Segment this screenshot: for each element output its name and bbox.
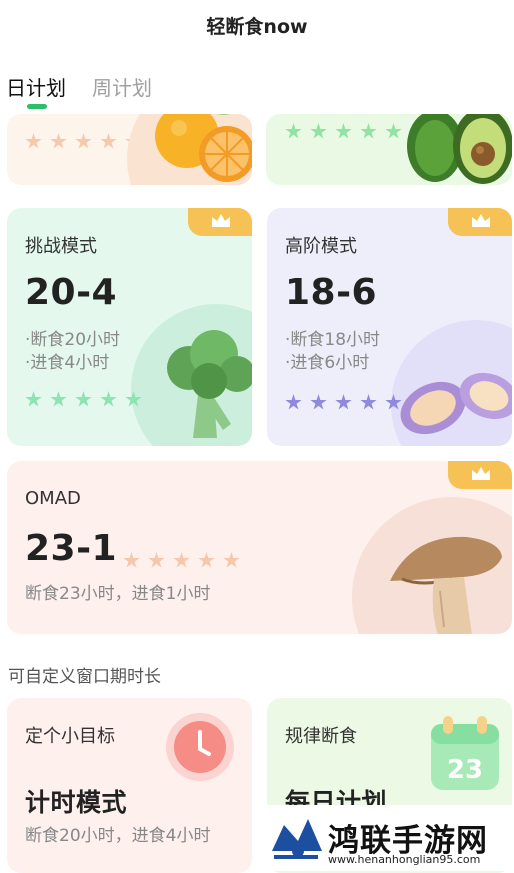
star-icon bbox=[25, 133, 42, 149]
star-icon bbox=[285, 123, 302, 139]
tab-daily-plan[interactable]: 日计划 bbox=[6, 72, 66, 101]
star-icon bbox=[50, 391, 67, 407]
card-label: 定个小目标 bbox=[25, 726, 115, 747]
plan-card-orange[interactable] bbox=[7, 114, 252, 185]
fasting-ratio: 20-4 bbox=[25, 272, 118, 313]
star-icon bbox=[148, 552, 165, 568]
star-icon bbox=[335, 123, 352, 139]
crown-icon bbox=[472, 467, 490, 480]
mushroom-icon bbox=[390, 536, 502, 634]
star-icon bbox=[360, 123, 377, 139]
plan-card-omad[interactable]: OMAD 23-1 断食23小时，进食1小时 bbox=[7, 461, 512, 634]
star-icon bbox=[360, 394, 377, 410]
premium-badge bbox=[448, 461, 512, 489]
star-icon bbox=[25, 391, 42, 407]
star-icon bbox=[100, 391, 117, 407]
star-icon bbox=[335, 394, 352, 410]
calendar-day: 23 bbox=[447, 755, 483, 785]
eating-hours: ·进食6小时 bbox=[285, 353, 370, 373]
custom-window-label: 可自定义窗口期时长 bbox=[8, 667, 161, 687]
star-icon bbox=[123, 552, 140, 568]
app-title: 轻断食now bbox=[206, 16, 308, 38]
eating-hours: ·进食4小时 bbox=[25, 353, 110, 373]
clock-icon bbox=[166, 713, 234, 781]
fasting-hours: ·断食18小时 bbox=[285, 330, 381, 350]
watermark-logo-icon bbox=[268, 811, 324, 865]
difficulty-stars bbox=[285, 123, 402, 140]
orange-icon bbox=[155, 114, 252, 182]
watermark: 鸿联手游网 www.henanhonglian95.com bbox=[266, 805, 514, 871]
fasting-ratio: 23-1 bbox=[25, 528, 118, 569]
card-label: 高阶模式 bbox=[285, 236, 357, 257]
crown-icon bbox=[472, 214, 490, 227]
calendar-icon: 23 bbox=[431, 716, 499, 790]
tab-indicator bbox=[27, 104, 47, 109]
star-icon bbox=[50, 133, 67, 149]
star-icon bbox=[385, 123, 402, 139]
star-icon bbox=[198, 552, 215, 568]
premium-badge bbox=[448, 208, 512, 236]
premium-badge bbox=[188, 208, 252, 236]
card-label: 挑战模式 bbox=[25, 236, 97, 257]
fasting-description: 断食20小时，进食4小时 bbox=[25, 826, 211, 846]
star-icon bbox=[223, 552, 240, 568]
card-label: 规律断食 bbox=[285, 726, 357, 747]
difficulty-stars bbox=[25, 133, 142, 150]
star-icon bbox=[285, 394, 302, 410]
star-icon bbox=[125, 391, 142, 407]
plan-card-challenge[interactable]: 挑战模式 20-4 ·断食20小时 ·进食4小时 bbox=[7, 208, 252, 446]
difficulty-stars bbox=[25, 391, 142, 408]
star-icon bbox=[75, 391, 92, 407]
watermark-url: www.henanhonglian95.com bbox=[328, 853, 481, 866]
plan-card-advanced[interactable]: 高阶模式 18-6 ·断食18小时 ·进食6小时 bbox=[267, 208, 512, 446]
difficulty-stars bbox=[285, 394, 402, 411]
crown-icon bbox=[212, 214, 230, 227]
difficulty-stars bbox=[123, 552, 240, 569]
fasting-description: 断食23小时，进食1小时 bbox=[25, 584, 211, 604]
star-icon bbox=[310, 394, 327, 410]
mode-title: 计时模式 bbox=[25, 788, 128, 817]
fasting-ratio: 18-6 bbox=[285, 272, 378, 313]
avocado-icon bbox=[407, 114, 512, 184]
fasting-hours: ·断食20小时 bbox=[25, 330, 121, 350]
broccoli-icon bbox=[167, 330, 252, 438]
timer-mode-card[interactable]: 定个小目标 计时模式 断食20小时，进食4小时 bbox=[7, 698, 252, 873]
star-icon bbox=[75, 133, 92, 149]
star-icon bbox=[310, 123, 327, 139]
sweet-potato-icon bbox=[400, 372, 512, 435]
star-icon bbox=[173, 552, 190, 568]
tab-weekly-plan[interactable]: 周计划 bbox=[92, 72, 152, 101]
card-label: OMAD bbox=[25, 488, 81, 509]
star-icon bbox=[100, 133, 117, 149]
plan-card-avocado[interactable] bbox=[266, 114, 512, 185]
